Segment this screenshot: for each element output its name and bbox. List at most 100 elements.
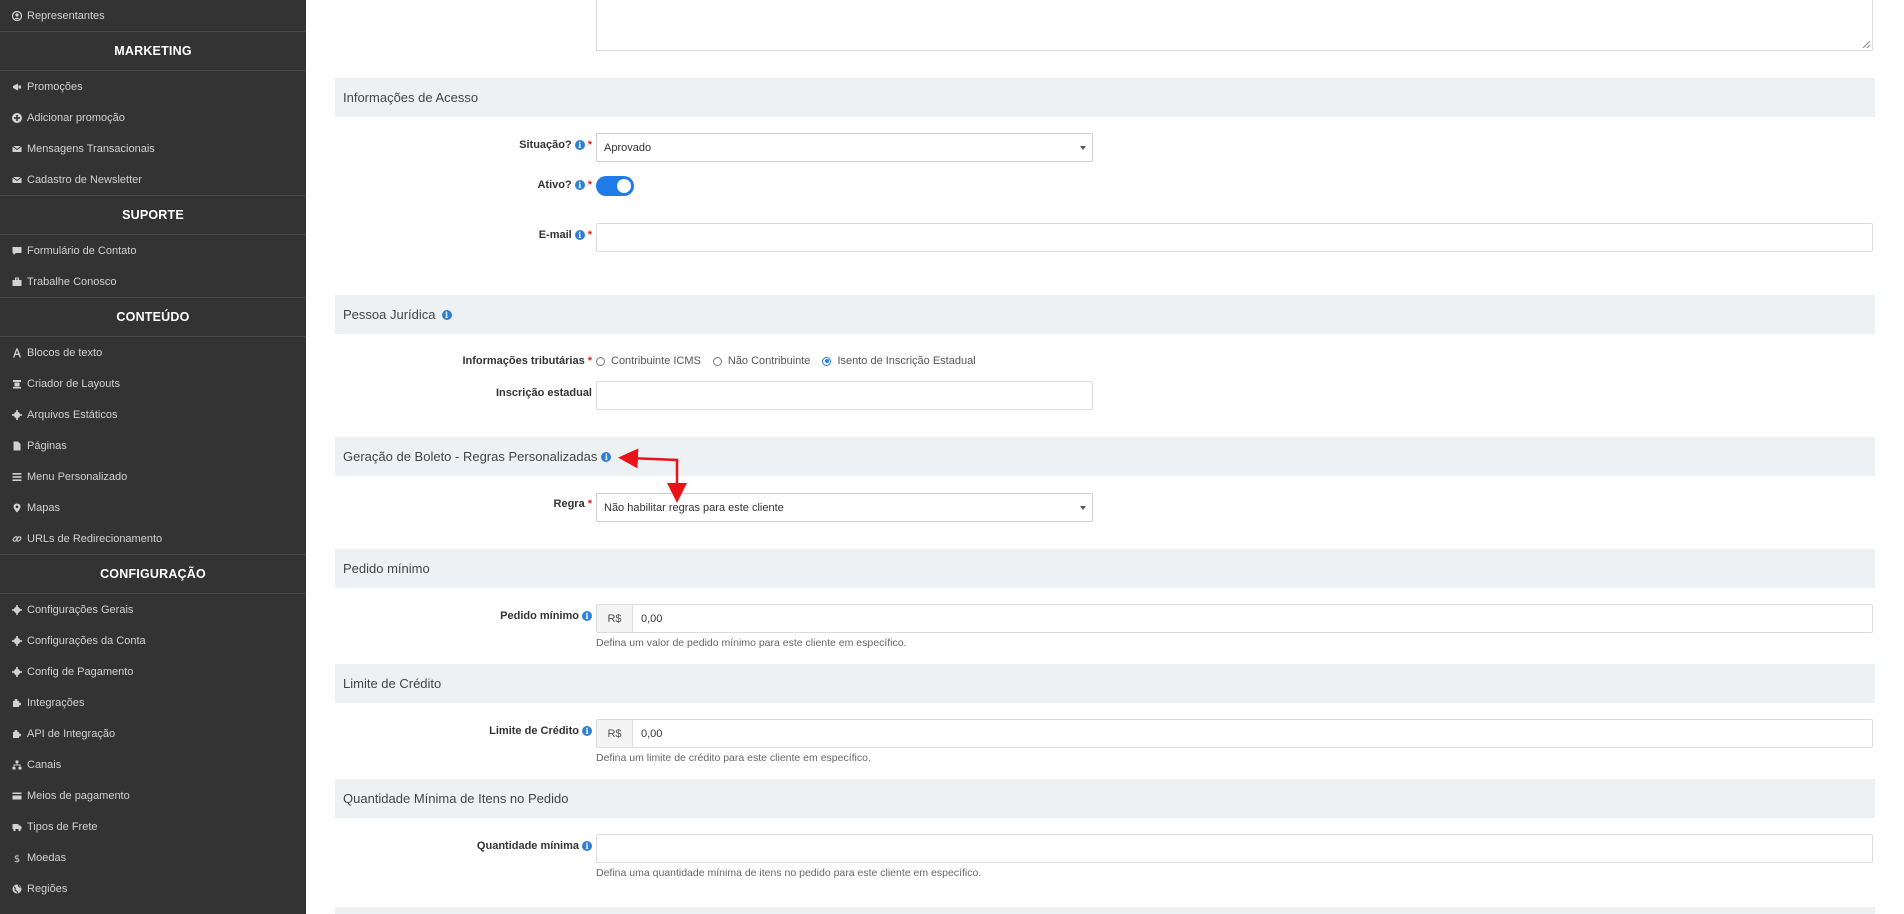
pedido-minimo-value: 0,00	[641, 612, 663, 625]
required-asterisk: *	[587, 498, 592, 510]
info-icon[interactable]: i	[574, 230, 585, 240]
info-icon[interactable]: i	[582, 841, 592, 851]
sitemap-icon	[12, 760, 22, 770]
regra-select[interactable]: Não habilitar regras para este cliente	[596, 493, 1093, 522]
bars-icon	[12, 472, 22, 482]
file-icon	[12, 441, 22, 451]
limite-credito-help: Defina um limite de crédito para este cl…	[596, 752, 871, 764]
sidebar-item-canais[interactable]: Canais	[0, 749, 306, 780]
radio-circle	[712, 356, 722, 366]
link-icon	[12, 534, 22, 544]
quantidade-minima-help: Defina uma quantidade mínima de itens no…	[596, 867, 982, 879]
layout-icon	[12, 379, 22, 389]
sidebar-item-mapas[interactable]: Mapas	[0, 492, 306, 523]
required-asterisk: *	[587, 355, 592, 367]
section-header-acesso: Informações de Acesso	[335, 78, 1875, 117]
pedido-minimo-help: Defina um valor de pedido mínimo para es…	[596, 637, 907, 649]
sidebar-item-cadastro-de-newsletter[interactable]: Cadastro de Newsletter	[0, 164, 306, 195]
plus-circle-icon	[12, 112, 22, 123]
radio-label: Não Contribuinte	[727, 355, 811, 367]
info-icon[interactable]: i	[574, 180, 585, 190]
inscricao-estadual-label: Inscrição estadual	[496, 387, 592, 399]
tributarias-radio-option[interactable]: Não Contribuinte	[712, 355, 811, 367]
sidebar-item-trabalhe-conosco[interactable]: Trabalhe Conosco	[0, 266, 306, 297]
sidebar-item-label: URLs de Redirecionamento	[27, 532, 163, 545]
section-title: Limite de Crédito	[343, 676, 442, 691]
sidebar-item-integracoes[interactable]: Integrações	[0, 687, 306, 718]
sidebar-item-configuracoes-da-conta[interactable]: Configurações da Conta	[0, 625, 306, 656]
limite-credito-input[interactable]: R$ 0,00	[596, 719, 1873, 748]
gear-icon	[12, 635, 22, 646]
sidebar-item-tipos-de-frete[interactable]: Tipos de Frete	[0, 811, 306, 842]
sidebar-item-urls-de-redirecionamento[interactable]: URLs de Redirecionamento	[0, 523, 306, 554]
sidebar: Representantes MARKETING Promoções Adiciona…	[0, 0, 306, 914]
sidebar-item-label: Config de Pagamento	[27, 665, 134, 678]
sidebar-item-promocoes[interactable]: Promoções	[0, 71, 306, 102]
sidebar-item-configuracoes-gerais[interactable]: Configurações Gerais	[0, 594, 306, 625]
quantidade-minima-input[interactable]	[596, 834, 1873, 863]
svg-text:$: $	[14, 854, 20, 863]
sidebar-item-adicionar-promocao[interactable]: Adicionar promoção	[0, 102, 306, 133]
section-title: Quantidade Mínima de Itens no Pedido	[343, 791, 569, 806]
sidebar-item-label: Arquivos Estáticos	[27, 408, 118, 421]
toggle-knob	[617, 179, 631, 193]
info-icon[interactable]: i	[601, 451, 612, 462]
sidebar-item-moedas[interactable]: $ Moedas	[0, 842, 306, 873]
section-header-pedido-minimo: Pedido mínimo	[335, 549, 1875, 588]
info-icon[interactable]: i	[582, 611, 592, 621]
notes-textarea[interactable]	[596, 0, 1873, 51]
sidebar-item-meios-de-pagamento[interactable]: Meios de pagamento	[0, 780, 306, 811]
section-header-next	[335, 907, 1875, 914]
truck-icon	[12, 822, 22, 832]
briefcase-icon	[12, 277, 22, 287]
sidebar-item-representantes[interactable]: Representantes	[0, 0, 306, 31]
section-header-boleto: Geração de Boleto - Regras Personalizada…	[335, 437, 1875, 476]
gear-icon	[12, 666, 22, 677]
tributarias-label: Informações tributárias *	[462, 355, 592, 367]
sidebar-item-api-de-integracao[interactable]: API de Integração	[0, 718, 306, 749]
sidebar-item-config-de-pagamento[interactable]: Config de Pagamento	[0, 656, 306, 687]
ativo-label: Ativo? i *	[537, 179, 592, 191]
sidebar-item-criador-de-layouts[interactable]: Criador de Layouts	[0, 368, 306, 399]
pedido-minimo-input[interactable]: R$ 0,00	[596, 604, 1873, 633]
main-content: Informações de Acesso Situação? i * Apro…	[335, 0, 1875, 914]
sidebar-item-mensagens-transacionais[interactable]: Mensagens Transacionais	[0, 133, 306, 164]
info-icon[interactable]: i	[582, 726, 592, 736]
radio-circle	[596, 356, 605, 366]
situacao-select[interactable]: Aprovado	[596, 133, 1093, 162]
section-header-quantidade-minima: Quantidade Mínima de Itens no Pedido	[335, 779, 1875, 818]
sidebar-item-label: Regiões	[27, 882, 68, 895]
info-icon[interactable]: i	[574, 140, 585, 150]
sidebar-section-header: MARKETING	[0, 31, 306, 71]
sidebar-item-arquivos-estaticos[interactable]: Arquivos Estáticos	[0, 399, 306, 430]
sidebar-section-header: SUPORTE	[0, 195, 306, 235]
map-marker-icon	[12, 503, 22, 513]
tributarias-radio-group: Contribuinte ICMS Não Contribuinte Isento …	[596, 355, 988, 367]
sidebar-item-label: Canais	[27, 758, 62, 771]
sidebar-item-formulario-de-contato[interactable]: Formulário de Contato	[0, 235, 306, 266]
currency-addon: R$	[597, 605, 633, 632]
sidebar-item-label: Cadastro de Newsletter	[27, 173, 142, 186]
inscricao-estadual-input[interactable]	[596, 381, 1093, 410]
section-title: Pedido mínimo	[343, 561, 430, 576]
sidebar-section-header: CONTEÚDO	[0, 297, 306, 337]
sidebar-item-label: Páginas	[27, 439, 67, 452]
sidebar-item-label: Integrações	[27, 696, 85, 709]
caret-down-icon	[1080, 146, 1086, 150]
sidebar-item-menu-personalizado[interactable]: Menu Personalizado	[0, 461, 306, 492]
required-asterisk: *	[587, 179, 592, 191]
ativo-toggle[interactable]	[596, 176, 634, 196]
email-input[interactable]	[596, 223, 1873, 252]
section-header-pessoa-juridica: Pessoa Jurídica i	[335, 295, 1875, 334]
tributarias-radio-option[interactable]: Isento de Inscrição Estadual	[822, 355, 976, 367]
required-asterisk: *	[587, 139, 592, 151]
resize-handle-icon[interactable]	[1862, 40, 1870, 48]
sidebar-item-regioes[interactable]: Regiões	[0, 873, 306, 904]
sidebar-item-paginas[interactable]: Páginas	[0, 430, 306, 461]
credit-card-icon	[12, 791, 22, 801]
font-icon	[12, 348, 22, 358]
radio-label: Isento de Inscrição Estadual	[837, 355, 976, 367]
sidebar-item-blocos-de-texto[interactable]: Blocos de texto	[0, 337, 306, 368]
tributarias-radio-option[interactable]: Contribuinte ICMS	[596, 355, 701, 367]
info-icon[interactable]: i	[441, 309, 452, 320]
